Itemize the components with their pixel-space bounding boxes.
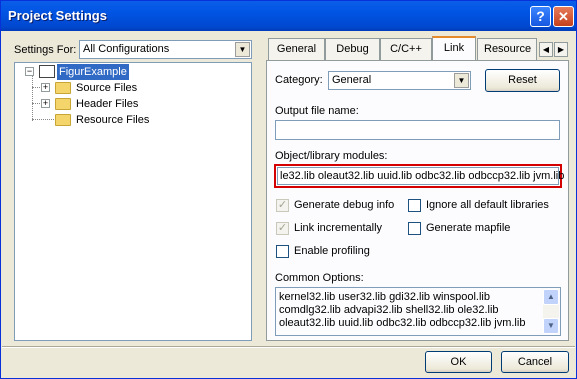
ignore-default-libs-checkbox[interactable] — [408, 199, 421, 212]
generate-debug-label: Generate debug info — [294, 199, 395, 211]
expand-icon[interactable]: + — [41, 83, 50, 92]
common-options-scrollbar[interactable]: ▲ ▼ — [543, 289, 559, 334]
modules-value: le32.lib oleaut32.lib uuid.lib odbc32.li… — [280, 170, 565, 182]
tree-item-resource-files[interactable]: Resource Files — [76, 112, 149, 128]
ignore-default-libs-label: Ignore all default libraries — [426, 199, 549, 211]
generate-mapfile-checkbox[interactable] — [408, 222, 421, 235]
project-icon — [39, 65, 55, 78]
common-options-line: kernel32.lib user32.lib gdi32.lib winspo… — [279, 291, 490, 303]
settings-for-label: Settings For: — [14, 44, 77, 56]
title-bar: Project Settings ? ✕ — [1, 1, 576, 31]
modules-input[interactable]: le32.lib oleaut32.lib uuid.lib odbc32.li… — [277, 167, 564, 185]
tab-cpp[interactable]: C/C++ — [380, 38, 432, 60]
tree-item-project[interactable]: FigurExample — [57, 64, 129, 80]
modules-label: Object/library modules: — [275, 150, 388, 162]
collapse-icon[interactable]: − — [25, 67, 34, 76]
enable-profiling-label: Enable profiling — [294, 245, 370, 257]
settings-for-value: All Configurations — [83, 43, 170, 55]
tree-item-header-files[interactable]: Header Files — [76, 96, 138, 112]
scroll-down-icon[interactable]: ▼ — [543, 318, 559, 334]
tree-guide-line — [32, 119, 54, 120]
tab-debug[interactable]: Debug — [325, 38, 380, 60]
folder-icon — [55, 98, 71, 110]
button-separator — [2, 346, 575, 348]
link-incrementally-label: Link incrementally — [294, 222, 383, 234]
output-file-label: Output file name: — [275, 105, 359, 117]
tab-scroll-right-icon[interactable]: ▶ — [554, 42, 568, 57]
common-options-box[interactable]: kernel32.lib user32.lib gdi32.lib winspo… — [275, 287, 561, 336]
project-tree[interactable]: − FigurExample + Source Files + Header F… — [14, 62, 252, 341]
generate-debug-checkbox[interactable]: ✓ — [276, 199, 289, 212]
folder-icon — [55, 114, 71, 126]
category-value: General — [332, 74, 372, 86]
scroll-up-icon[interactable]: ▲ — [543, 289, 559, 305]
common-options-line: comdlg32.lib advapi32.lib shell32.lib ol… — [279, 304, 499, 316]
tree-guide-line — [32, 103, 40, 104]
cancel-button[interactable]: Cancel — [501, 351, 569, 373]
window-title: Project Settings — [8, 8, 107, 23]
tab-general[interactable]: General — [268, 38, 325, 60]
link-tab-panel: Category: General ▼ Reset Output file na… — [266, 60, 569, 341]
common-options-line: oleaut32.lib uuid.lib odbc32.lib odbccp3… — [279, 317, 526, 329]
reset-button[interactable]: Reset — [485, 69, 560, 92]
category-label: Category: — [275, 74, 323, 86]
category-combo[interactable]: General ▼ — [328, 71, 471, 90]
tree-guide-line — [32, 87, 40, 88]
expand-icon[interactable]: + — [41, 99, 50, 108]
folder-icon — [55, 82, 71, 94]
tab-link[interactable]: Link — [432, 36, 476, 61]
modules-highlight: le32.lib oleaut32.lib uuid.lib odbc32.li… — [274, 164, 564, 188]
help-icon[interactable]: ? — [530, 6, 551, 27]
common-options-label: Common Options: — [275, 272, 364, 284]
tab-scroll-left-icon[interactable]: ◀ — [539, 42, 553, 57]
chevron-down-icon[interactable]: ▼ — [235, 42, 250, 57]
link-incrementally-checkbox[interactable]: ✓ — [276, 222, 289, 235]
enable-profiling-checkbox[interactable] — [276, 245, 289, 258]
close-icon[interactable]: ✕ — [553, 6, 574, 27]
tree-guide-line — [32, 76, 33, 121]
ok-button[interactable]: OK — [425, 351, 492, 373]
tab-resource[interactable]: Resource — [477, 38, 537, 60]
chevron-down-icon[interactable]: ▼ — [454, 73, 469, 88]
tree-item-source-files[interactable]: Source Files — [76, 80, 137, 96]
settings-for-combo[interactable]: All Configurations ▼ — [79, 40, 252, 59]
generate-mapfile-label: Generate mapfile — [426, 222, 511, 234]
project-settings-dialog: Project Settings ? ✕ Settings For: All C… — [0, 0, 577, 379]
output-file-input[interactable] — [275, 120, 560, 140]
